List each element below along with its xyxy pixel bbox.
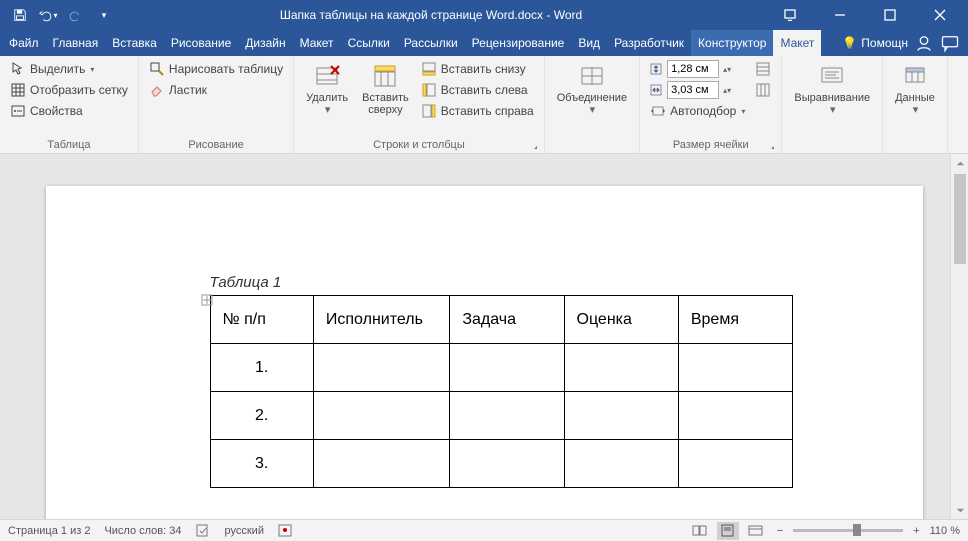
group-label-rows-cols: Строки и столбцы	[302, 137, 536, 151]
status-bar: Страница 1 из 2 Число слов: 34 русский −…	[0, 519, 968, 541]
tab-file[interactable]: Файл	[2, 30, 46, 56]
tab-review[interactable]: Рецензирование	[465, 30, 572, 56]
qat-customize-button[interactable]: ▾	[90, 0, 118, 30]
zoom-in-button[interactable]: +	[909, 525, 923, 537]
quick-access-toolbar: ▾ ▾	[0, 0, 124, 30]
tell-me-button[interactable]: 💡Помощн	[842, 36, 908, 50]
th-number[interactable]: № п/п	[210, 296, 313, 344]
merge-button[interactable]: Объединение▾	[553, 60, 631, 118]
close-button[interactable]	[918, 0, 962, 30]
language-indicator[interactable]: русский	[225, 525, 264, 537]
launcher-icon[interactable]	[528, 140, 538, 150]
scroll-down-button[interactable]	[951, 501, 968, 519]
col-width-field[interactable]: ▴▾	[648, 81, 747, 99]
title-bar: ▾ ▾ Шапка таблицы на каждой странице Wor…	[0, 0, 968, 30]
ribbon-tabs: Файл Главная Вставка Рисование Дизайн Ма…	[0, 30, 968, 56]
proofing-button[interactable]	[196, 524, 211, 537]
delete-button[interactable]: Удалить▾	[302, 60, 352, 118]
alignment-button[interactable]: Выравнивание▾	[790, 60, 874, 118]
tab-table-layout[interactable]: Макет	[773, 30, 821, 56]
table-caption[interactable]: Таблица 1	[210, 274, 793, 291]
read-mode-button[interactable]	[689, 522, 711, 540]
insert-above-button[interactable]: Вставитьсверху	[358, 60, 413, 118]
data-button[interactable]: Данные▾	[891, 60, 939, 118]
bulb-icon: 💡	[842, 36, 857, 50]
insert-left-button[interactable]: Вставить слева	[419, 81, 536, 99]
group-data: Данные▾	[883, 56, 948, 153]
page-indicator[interactable]: Страница 1 из 2	[8, 525, 90, 537]
table-row: 2.	[210, 392, 792, 440]
distribute-cols-button[interactable]	[753, 81, 773, 99]
distribute-rows-button[interactable]	[753, 60, 773, 78]
window-title: Шапка таблицы на каждой странице Word.do…	[124, 8, 768, 22]
window-controls	[768, 0, 968, 30]
tab-design[interactable]: Дизайн	[238, 30, 292, 56]
tab-view[interactable]: Вид	[571, 30, 607, 56]
undo-button[interactable]: ▾	[34, 0, 62, 30]
tab-mailings[interactable]: Рассылки	[397, 30, 465, 56]
web-layout-button[interactable]	[745, 522, 767, 540]
ribbon-options-button[interactable]	[768, 0, 812, 30]
zoom-slider[interactable]	[793, 529, 903, 532]
page[interactable]: Таблица 1 № п/п Исполнитель Задача Оценк…	[46, 186, 923, 519]
table-row: 3.	[210, 440, 792, 488]
zoom-out-button[interactable]: −	[773, 525, 787, 537]
insert-below-button[interactable]: Вставить снизу	[419, 60, 536, 78]
tab-insert[interactable]: Вставка	[105, 30, 164, 56]
tab-home[interactable]: Главная	[46, 30, 106, 56]
properties-button[interactable]: Свойства	[8, 102, 130, 120]
print-layout-button[interactable]	[717, 522, 739, 540]
zoom-level[interactable]: 110 %	[930, 525, 960, 537]
th-grade[interactable]: Оценка	[564, 296, 678, 344]
th-time[interactable]: Время	[678, 296, 792, 344]
scroll-up-button[interactable]	[951, 154, 968, 172]
scrollbar-thumb[interactable]	[954, 174, 966, 264]
launcher-icon[interactable]	[765, 140, 775, 150]
group-table: Выделить▾ Отобразить сетку Свойства Табл…	[0, 56, 139, 153]
document-table[interactable]: № п/п Исполнитель Задача Оценка Время 1.…	[210, 295, 793, 488]
eraser-button[interactable]: Ластик	[147, 81, 285, 99]
vertical-scrollbar[interactable]	[950, 154, 968, 519]
tab-developer[interactable]: Разработчик	[607, 30, 691, 56]
group-merge: Объединение▾	[545, 56, 640, 153]
row-height-field[interactable]: ▴▾	[648, 60, 747, 78]
tab-table-design[interactable]: Конструктор	[691, 30, 773, 56]
th-executor[interactable]: Исполнитель	[313, 296, 449, 344]
tab-layout[interactable]: Макет	[293, 30, 341, 56]
minimize-button[interactable]	[818, 0, 862, 30]
select-button[interactable]: Выделить▾	[8, 60, 130, 78]
group-alignment: Выравнивание▾	[782, 56, 883, 153]
group-draw: Нарисовать таблицу Ластик Рисование	[139, 56, 294, 153]
document-area: Таблица 1 № п/п Исполнитель Задача Оценк…	[0, 154, 968, 519]
group-rows-cols: Удалить▾ Вставитьсверху Вставить снизу В…	[294, 56, 545, 153]
maximize-button[interactable]	[868, 0, 912, 30]
save-button[interactable]	[6, 0, 34, 30]
macro-button[interactable]	[278, 524, 292, 537]
draw-table-button[interactable]: Нарисовать таблицу	[147, 60, 285, 78]
group-label-table: Таблица	[8, 137, 130, 151]
account-button[interactable]	[914, 33, 934, 53]
tab-draw[interactable]: Рисование	[164, 30, 238, 56]
group-label-cell-size: Размер ячейки	[648, 137, 773, 151]
view-gridlines-button[interactable]: Отобразить сетку	[8, 81, 130, 99]
table-row: 1.	[210, 344, 792, 392]
th-task[interactable]: Задача	[450, 296, 564, 344]
insert-right-button[interactable]: Вставить справа	[419, 102, 536, 120]
zoom-slider-thumb[interactable]	[853, 524, 861, 536]
word-count[interactable]: Число слов: 34	[104, 525, 181, 537]
table-move-handle[interactable]	[200, 293, 214, 312]
redo-button[interactable]	[62, 0, 90, 30]
group-cell-size: ▴▾ ▴▾ Автоподбор▾ Размер ячейки	[640, 56, 782, 153]
autofit-button[interactable]: Автоподбор▾	[648, 102, 747, 120]
tab-references[interactable]: Ссылки	[341, 30, 397, 56]
table-header-row: № п/п Исполнитель Задача Оценка Время	[210, 296, 792, 344]
ribbon: Выделить▾ Отобразить сетку Свойства Табл…	[0, 56, 968, 154]
comments-button[interactable]	[940, 33, 960, 53]
group-label-draw: Рисование	[147, 137, 285, 151]
